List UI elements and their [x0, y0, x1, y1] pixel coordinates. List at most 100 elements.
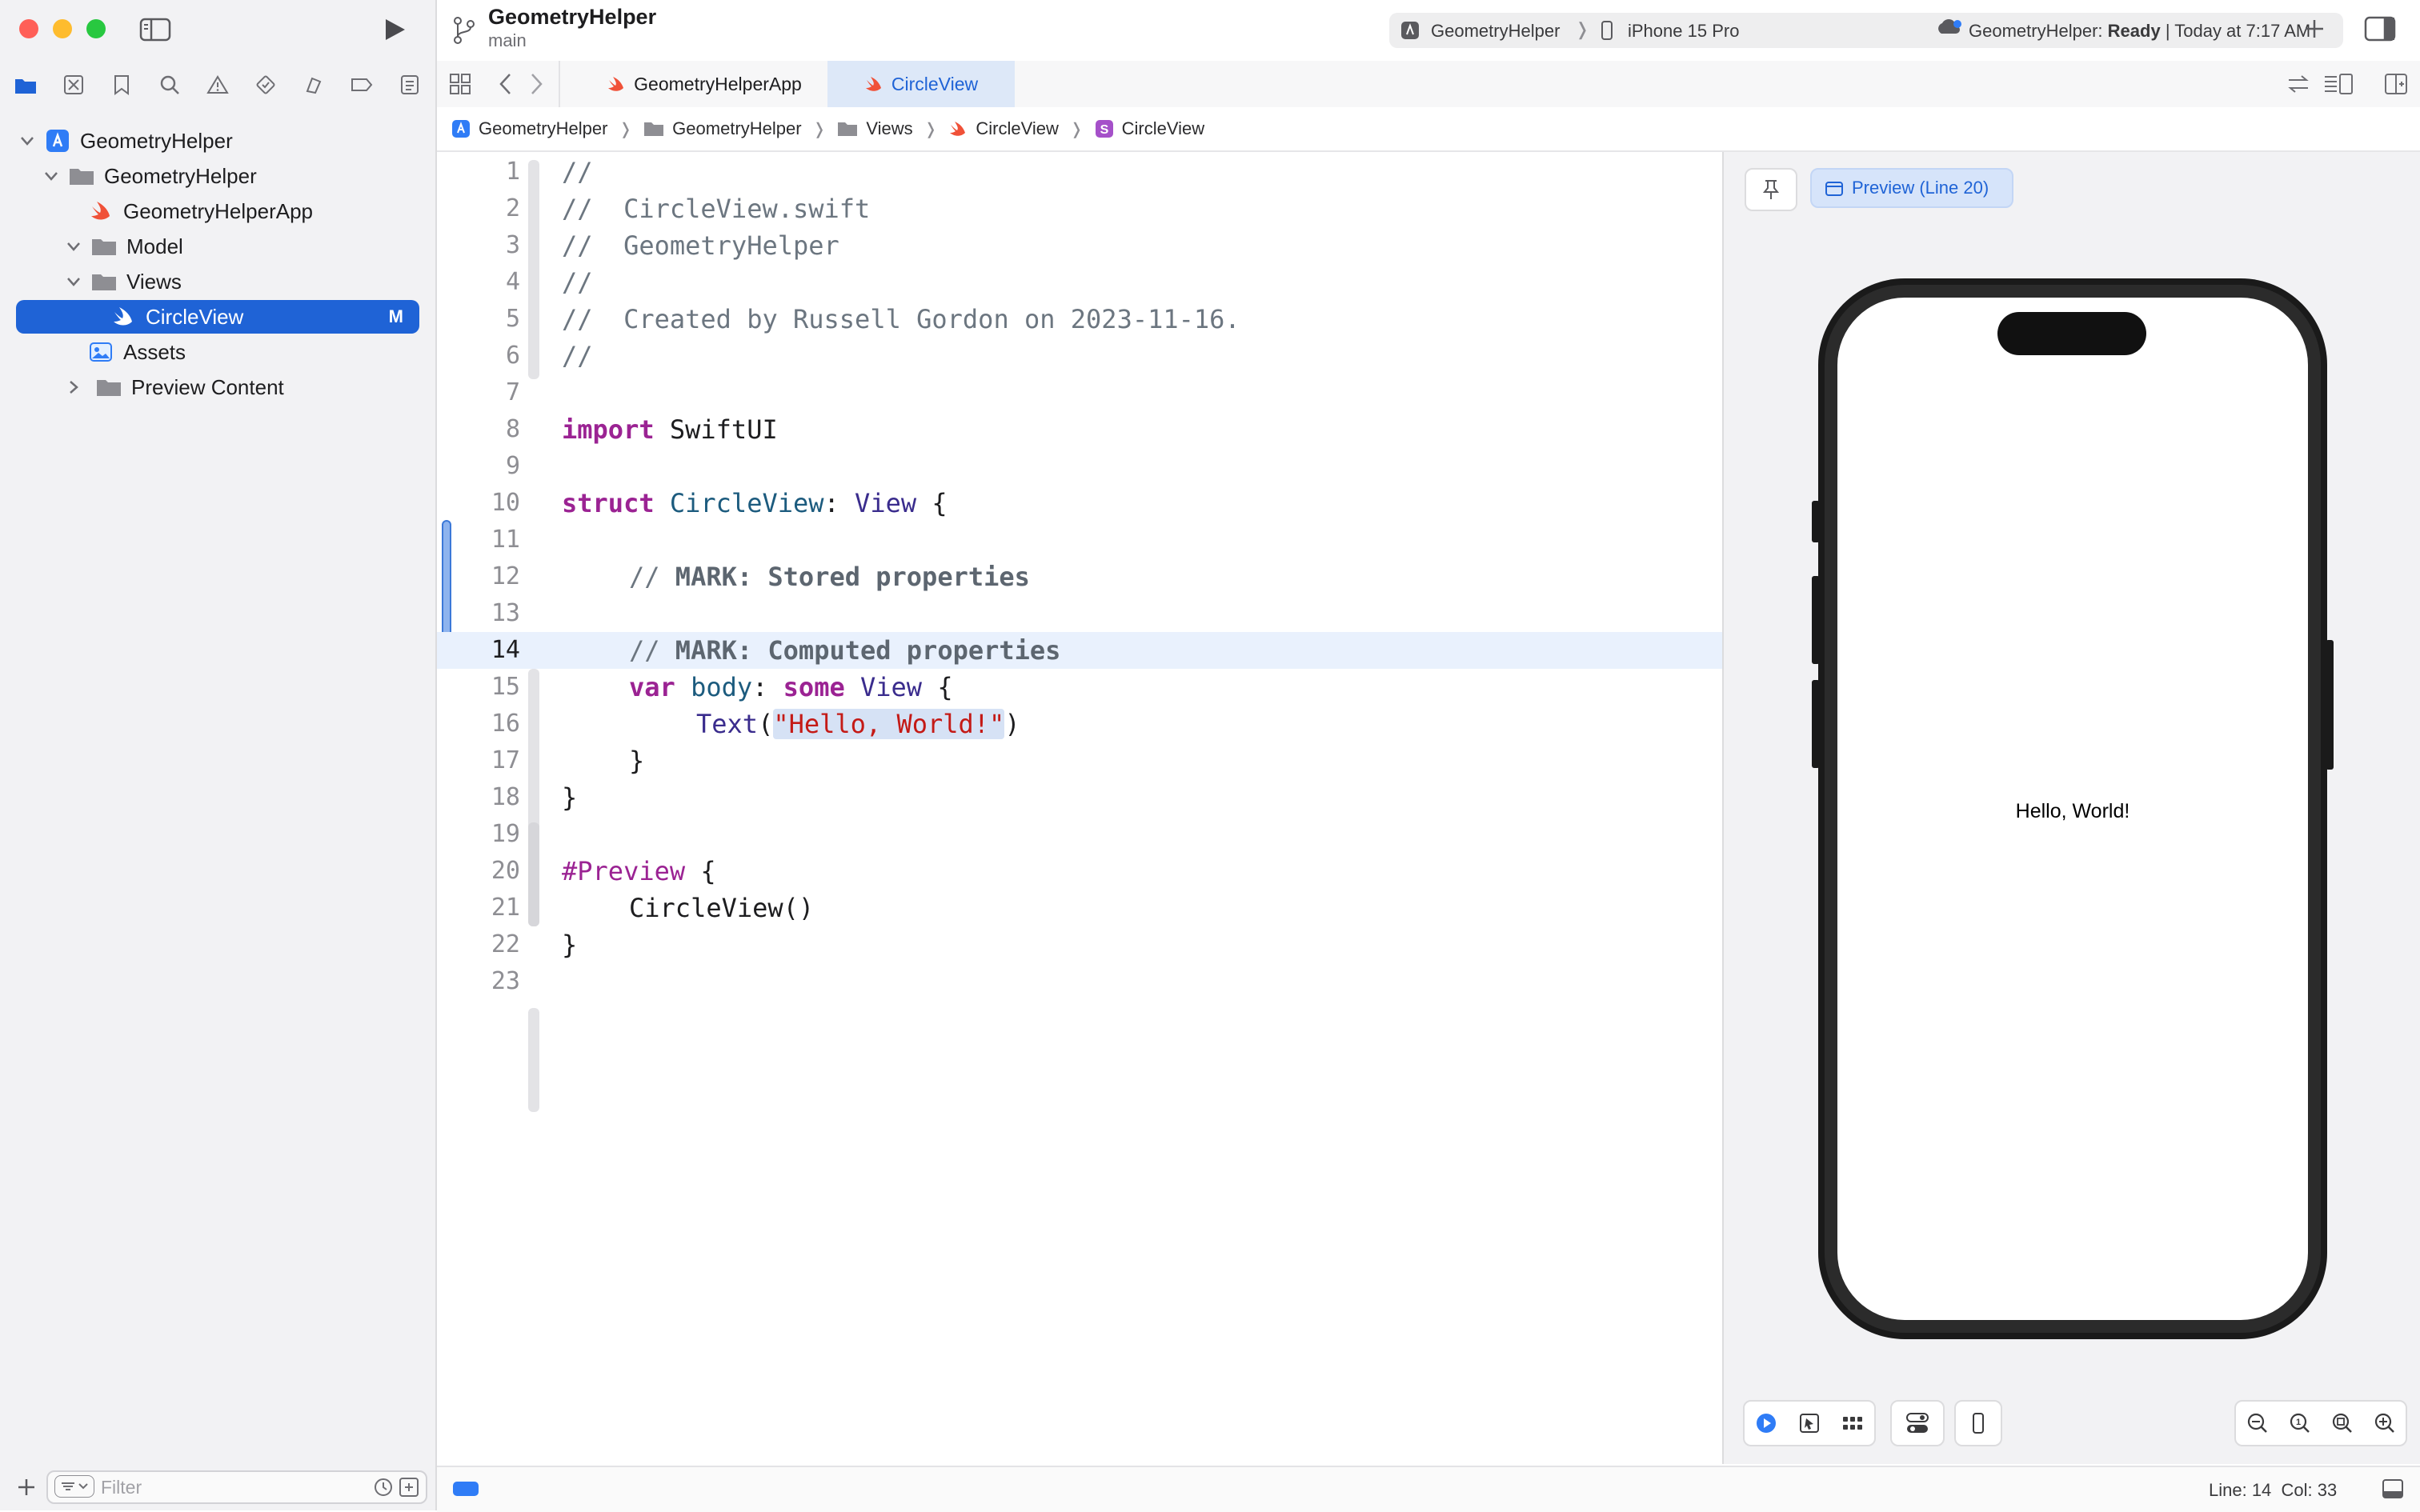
- function-name: Text: [696, 709, 759, 739]
- issue-navigator-icon[interactable]: [202, 69, 234, 101]
- code-text: CircleView(): [629, 893, 815, 923]
- tab-geometryhelperapp[interactable]: GeometryHelperApp: [559, 61, 848, 107]
- chevron-down-icon[interactable]: [64, 237, 83, 256]
- inspector-toggle-icon[interactable]: [2364, 16, 2396, 42]
- source-control-filter-icon[interactable]: [399, 1477, 419, 1498]
- tree-item-circleview[interactable]: CircleView M: [16, 300, 419, 334]
- code-fold-ribbon[interactable]: [528, 1008, 539, 1112]
- filter-placeholder: Filter: [101, 1477, 142, 1498]
- debug-area-toggle-icon[interactable]: [453, 1482, 479, 1496]
- zoom-to-fit-icon[interactable]: [2331, 1412, 2354, 1434]
- svg-text:S: S: [1100, 123, 1108, 137]
- zoom-window-button[interactable]: [86, 19, 106, 38]
- breadcrumb-project[interactable]: GeometryHelper ❭: [451, 118, 632, 139]
- code-review-icon[interactable]: [2286, 74, 2311, 94]
- tree-item-project[interactable]: GeometryHelper: [0, 123, 453, 158]
- dynamic-island: [1997, 312, 2146, 355]
- sidebar-toggle-icon[interactable]: [139, 18, 171, 42]
- related-items-icon[interactable]: [448, 72, 472, 96]
- line-number: 15: [491, 673, 520, 701]
- close-window-button[interactable]: [19, 19, 38, 38]
- chevron-right-icon[interactable]: [64, 378, 83, 397]
- destination-selector[interactable]: iPhone 15 Pro: [1628, 21, 1739, 42]
- line-number: 11: [491, 526, 520, 554]
- code-text: Text("Hello, World!"): [696, 706, 1020, 742]
- tree-item-group-geometryhelper[interactable]: GeometryHelper: [0, 158, 477, 194]
- tree-item-group-model[interactable]: Model: [0, 229, 499, 264]
- add-file-icon[interactable]: [16, 1477, 37, 1498]
- pin-preview-button[interactable]: [1745, 168, 1797, 211]
- punctuation: {: [922, 672, 953, 702]
- source-editor[interactable]: 1 // 2 // CircleView.swift 3 // GeometryHel…: [437, 152, 1722, 1464]
- cursor-position: Line: 14 Col: 33: [2209, 1480, 2337, 1501]
- scheme-selector[interactable]: GeometryHelper: [1431, 21, 1560, 42]
- split-editor-icon[interactable]: [2383, 72, 2409, 96]
- preview-mode-controls: [1743, 1400, 1876, 1446]
- folder-icon: [96, 374, 122, 400]
- zoom-out-icon[interactable]: [2246, 1412, 2269, 1434]
- find-navigator-icon[interactable]: [154, 69, 186, 101]
- variants-icon[interactable]: [1841, 1414, 1864, 1432]
- bookmark-navigator-icon[interactable]: [106, 69, 138, 101]
- tab-circleview[interactable]: CircleView: [827, 61, 1015, 107]
- chevron-down-icon[interactable]: [64, 272, 83, 291]
- zoom-actual-size-icon[interactable]: 1: [2289, 1412, 2311, 1434]
- code-line: 17}: [437, 742, 1722, 779]
- preview-label: Preview (Line 20): [1852, 178, 1989, 198]
- pin-icon: [1762, 178, 1780, 201]
- activity-view: GeometryHelper ❭ iPhone 15 Pro GeometryH…: [1389, 13, 2343, 48]
- mark-comment: MARK: Computed properties: [675, 635, 1061, 666]
- source-control-navigator-icon[interactable]: [58, 69, 90, 101]
- device-settings-button[interactable]: [1890, 1400, 1945, 1446]
- filter-field[interactable]: Filter: [46, 1470, 427, 1504]
- code-text: }: [562, 930, 578, 960]
- hide-debug-area-icon[interactable]: [2382, 1478, 2404, 1499]
- preview-selector-button[interactable]: Preview (Line 20): [1810, 168, 2013, 208]
- code-line: 3 // GeometryHelper: [437, 227, 1722, 264]
- status-app: GeometryHelper:: [1969, 21, 2103, 41]
- selectable-mode-icon[interactable]: [1799, 1413, 1820, 1434]
- filter-options-icon[interactable]: [54, 1475, 94, 1498]
- code-text: // MARK: Stored properties: [629, 558, 1030, 595]
- debug-navigator-icon[interactable]: [298, 69, 330, 101]
- cloud-sync-icon[interactable]: [1935, 14, 1964, 38]
- column-indicator: Col: 33: [2281, 1480, 2338, 1500]
- code-line: 11: [437, 522, 1722, 558]
- code-line: 22}: [437, 926, 1722, 963]
- report-navigator-icon[interactable]: [394, 69, 426, 101]
- breakpoint-navigator-icon[interactable]: [346, 69, 378, 101]
- code-text: // CircleView.swift: [562, 194, 871, 224]
- minimize-window-button[interactable]: [53, 19, 72, 38]
- chevron-down-icon[interactable]: [18, 131, 37, 150]
- macro: #Preview: [562, 856, 686, 886]
- recent-files-icon[interactable]: [373, 1477, 394, 1498]
- branch-name[interactable]: main: [488, 30, 527, 51]
- line-number: 1: [505, 158, 520, 186]
- breadcrumb-file[interactable]: CircleView ❭: [948, 118, 1084, 139]
- back-arrow-icon[interactable]: [498, 72, 514, 96]
- editor-options-icon[interactable]: [2322, 72, 2354, 96]
- run-button[interactable]: [381, 16, 408, 43]
- device-screen[interactable]: Hello, World!: [1837, 298, 2308, 1320]
- tree-item-group-preview-content[interactable]: Preview Content: [0, 370, 499, 405]
- add-library-icon[interactable]: [2303, 18, 2326, 40]
- status-bar: Line: 14 Col: 33: [437, 1466, 2420, 1512]
- breadcrumb-symbol[interactable]: S CircleView: [1095, 118, 1204, 139]
- tree-item-group-views[interactable]: Views: [0, 264, 499, 299]
- line-number: 13: [491, 599, 520, 627]
- preview-device-button[interactable]: [1954, 1400, 2002, 1446]
- line-number: 2: [505, 194, 520, 222]
- breadcrumb-group[interactable]: GeometryHelper ❭: [643, 118, 826, 139]
- forward-arrow-icon[interactable]: [528, 72, 544, 96]
- project-navigator-icon[interactable]: [10, 69, 42, 101]
- test-navigator-icon[interactable]: [250, 69, 282, 101]
- breadcrumb-views[interactable]: Views ❭: [837, 118, 937, 139]
- chevron-down-icon[interactable]: [42, 166, 61, 186]
- code-line: 4 //: [437, 264, 1722, 301]
- line-number: 9: [505, 452, 520, 480]
- preview-hello-text: Hello, World!: [2015, 800, 2130, 822]
- live-mode-icon[interactable]: [1755, 1412, 1777, 1434]
- code-text: var body: some View {: [629, 669, 953, 706]
- line-number: 7: [505, 378, 520, 406]
- zoom-in-icon[interactable]: [2374, 1412, 2396, 1434]
